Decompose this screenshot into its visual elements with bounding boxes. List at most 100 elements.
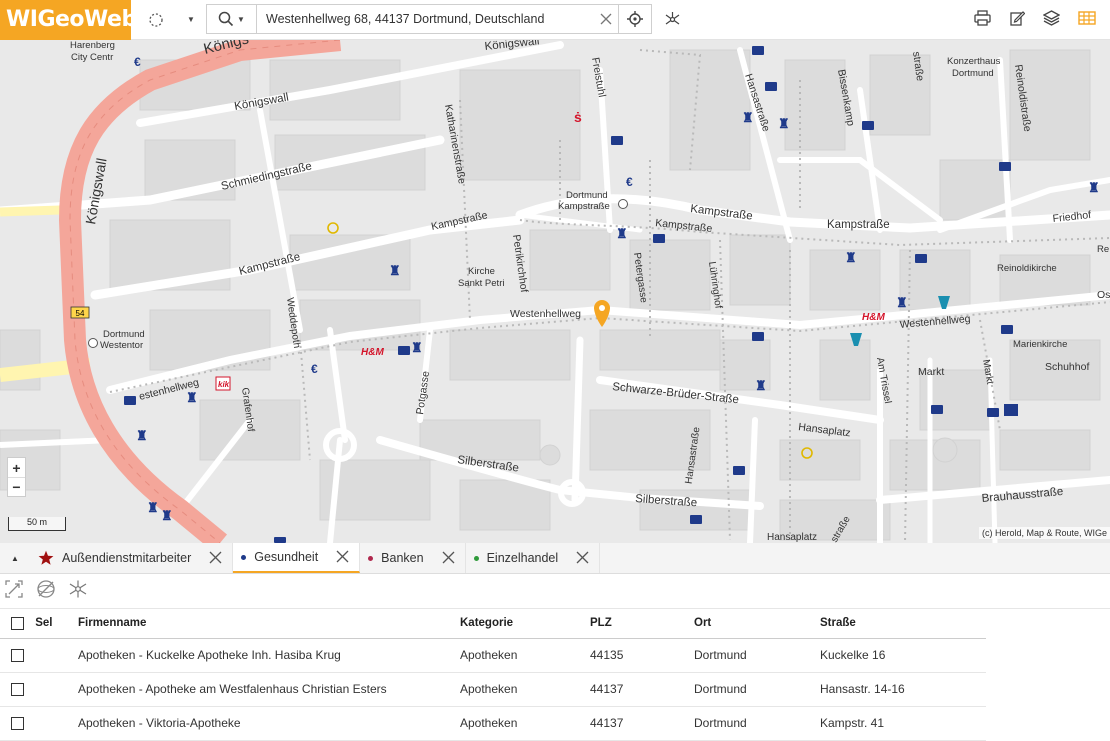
search-result-pin-icon[interactable]	[594, 300, 610, 327]
map-label-weddepoth: Weddepoth	[284, 297, 302, 349]
camera-icon	[733, 466, 745, 475]
close-icon	[442, 551, 455, 564]
search-icon	[218, 11, 234, 27]
cell-strasse: Kampstr. 41	[820, 706, 986, 741]
map-label-kampstrasse-right2: Kampstraße	[655, 217, 713, 235]
close-icon	[336, 550, 349, 563]
close-tab-button[interactable]	[576, 549, 589, 567]
layers-icon	[1042, 9, 1061, 26]
dot-icon	[241, 554, 247, 560]
column-plz[interactable]: PLZ	[590, 609, 694, 639]
pharmacy-icon: ♜	[778, 116, 790, 131]
tab-aussendienstmitarbeiter[interactable]: Außendienstmitarbeiter	[30, 543, 234, 573]
tab-label: Einzelhandel	[486, 551, 559, 565]
results-panel: ▲ Außendienstmitarbeiter Gesundheit Bank…	[0, 543, 1110, 741]
map-label-konzerthaus: Konzerthaus	[947, 56, 1001, 67]
zoom-extent-icon	[5, 579, 23, 598]
right-toolbar	[974, 0, 1096, 40]
euro-icon: €	[311, 362, 318, 376]
cell-plz: 44137	[590, 672, 694, 707]
network-analysis-table-button[interactable]	[68, 579, 88, 604]
map-scale-bar: 50 m	[8, 517, 66, 531]
row-checkbox[interactable]	[11, 683, 24, 697]
zoom-to-selection-button[interactable]	[4, 579, 24, 604]
star-icon	[38, 550, 54, 565]
camera-icon	[752, 46, 764, 55]
table-row[interactable]: Apotheken - Viktoria-Apotheke Apotheken …	[0, 706, 986, 741]
caret-down-icon: ▼	[187, 15, 195, 24]
map-label-reinoldikirche: Reinoldikirche	[997, 263, 1057, 274]
cell-strasse: Hansastr. 14-16	[820, 672, 986, 707]
tab-banken[interactable]: Banken	[360, 543, 466, 573]
table-icon	[1078, 10, 1096, 25]
zoom-out-button[interactable]: −	[8, 477, 25, 496]
layers-button[interactable]	[1042, 9, 1061, 31]
row-checkbox[interactable]	[11, 649, 24, 663]
dot-icon	[473, 555, 479, 561]
map-label-schuhhof: Schuhhof	[1045, 361, 1089, 373]
cell-kategorie: Apotheken	[460, 638, 590, 673]
print-button[interactable]	[974, 9, 991, 31]
column-ort[interactable]: Ort	[694, 609, 820, 639]
map-label-b54: 54	[76, 309, 85, 318]
pharmacy-icon: ♜	[742, 110, 754, 125]
station-icon	[88, 338, 98, 348]
map-label-dortmund-kampstrasse-1: Dortmund	[566, 190, 608, 201]
close-tab-button[interactable]	[209, 549, 222, 567]
tab-einzelhandel[interactable]: Einzelhandel	[465, 543, 601, 573]
table-header-row: Sel Firmenname Kategorie PLZ Ort Straße	[0, 609, 986, 639]
row-select-cell	[0, 638, 78, 673]
camera-icon	[1001, 325, 1013, 334]
cell-kategorie: Apotheken	[460, 706, 590, 741]
zoom-in-button[interactable]: +	[8, 458, 25, 477]
column-kategorie[interactable]: Kategorie	[460, 609, 590, 639]
map-label-petrikirchhof: Petrikirchhof	[510, 234, 530, 294]
clear-search-button[interactable]	[593, 5, 619, 33]
pharmacy-icon: ♜	[616, 226, 628, 241]
locate-button[interactable]	[619, 5, 651, 33]
app-logo: WIGeoWeb	[0, 0, 137, 40]
pharmacy-icon: ♜	[161, 508, 173, 523]
column-firmenname[interactable]: Firmenname	[78, 609, 460, 639]
map-canvas: 54 Königswall Königswall Königswall Köni…	[0, 40, 1110, 543]
map-label-re-partial: Re	[1097, 244, 1109, 255]
table-row[interactable]: Apotheken - Apotheke am Westfalenhaus Ch…	[0, 672, 986, 707]
close-tab-button[interactable]	[336, 548, 349, 566]
caret-down-icon: ▼	[237, 14, 245, 24]
collapse-panel-button[interactable]: ▲	[0, 543, 30, 573]
camera-icon	[124, 396, 136, 405]
camera-icon	[931, 405, 943, 414]
map-label-freistuhl: Freistuhl	[589, 56, 608, 98]
map-label-dortmund-westentor-1: Dortmund	[103, 329, 145, 340]
map-view[interactable]: 54 Königswall Königswall Königswall Köni…	[0, 40, 1110, 543]
table-row[interactable]: Apotheken - Kuckelke Apotheke Inh. Hasib…	[0, 638, 986, 673]
column-strasse[interactable]: Straße	[820, 609, 986, 639]
row-checkbox[interactable]	[11, 717, 24, 731]
select-mode-dropdown[interactable]: ▼	[181, 0, 201, 40]
network-analysis-button[interactable]	[660, 0, 684, 40]
search-type-dropdown[interactable]: ▼	[207, 5, 257, 33]
pharmacy-icon: ♜	[411, 340, 423, 355]
printer-icon	[974, 9, 991, 26]
edit-notes-button[interactable]	[1009, 10, 1026, 31]
map-attribution: (c) Herold, Map & Route, WIGe	[978, 527, 1110, 539]
volksbank-icon	[1004, 404, 1018, 416]
camera-icon	[765, 82, 777, 91]
sparkasse-icon: ṡ	[574, 109, 582, 125]
close-tab-button[interactable]	[442, 549, 455, 567]
globe-off-icon	[37, 579, 55, 598]
camera-icon	[752, 332, 764, 341]
crosshair-icon	[627, 11, 643, 27]
lasso-select-button[interactable]	[131, 0, 181, 40]
pharmacy-icon: ♜	[147, 500, 159, 515]
table-view-button[interactable]	[1078, 10, 1096, 30]
map-label-sankt-petri: Sankt Petri	[458, 278, 504, 289]
deselect-all-button[interactable]	[36, 579, 56, 604]
caret-up-icon: ▲	[11, 553, 19, 563]
select-all-checkbox[interactable]	[11, 616, 24, 630]
station-icon	[618, 199, 628, 209]
euro-icon: €	[626, 175, 633, 189]
camera-icon	[987, 408, 999, 417]
tab-gesundheit[interactable]: Gesundheit	[233, 543, 361, 573]
search-input[interactable]	[257, 5, 593, 33]
